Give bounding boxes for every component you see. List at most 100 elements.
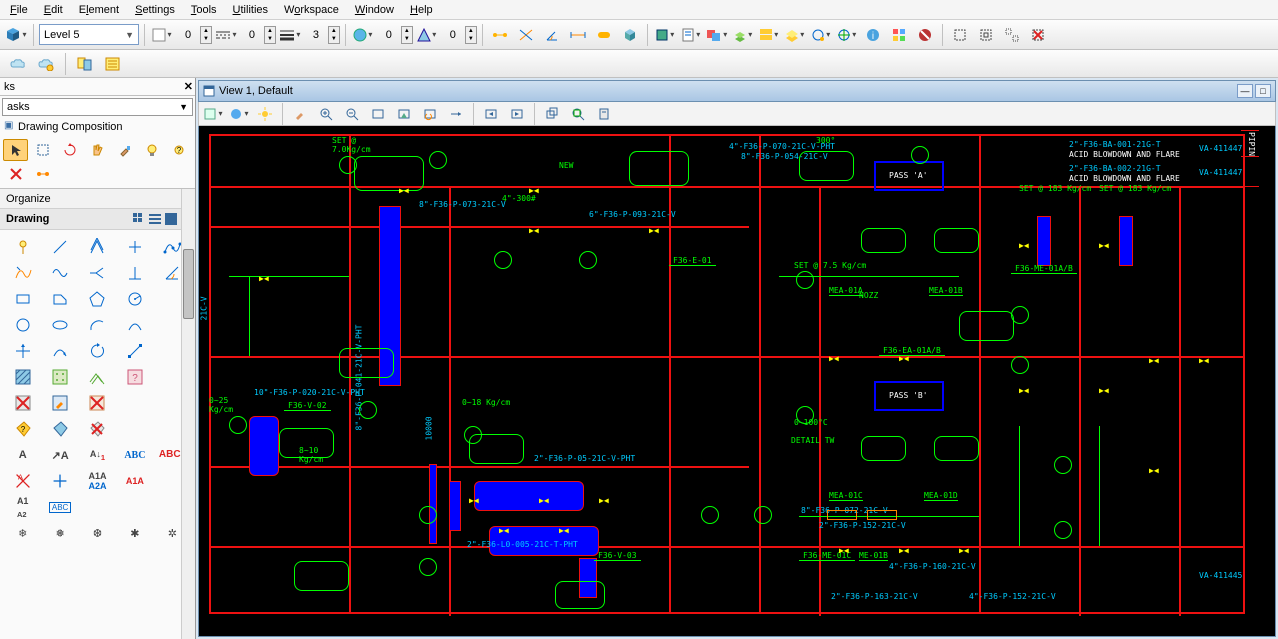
snowflake2-button[interactable]: ❅ (43, 522, 76, 544)
snowflake3-button[interactable]: ❆ (81, 522, 114, 544)
linestyle-picker-button[interactable] (214, 23, 238, 47)
adjust-brightness-button[interactable] (253, 102, 277, 126)
tree-item-drawing-composition[interactable]: Drawing Composition (0, 118, 195, 136)
rotate-view-button[interactable] (418, 102, 442, 126)
fence-shape-button[interactable] (974, 23, 998, 47)
zoom-out-button[interactable] (340, 102, 364, 126)
change-pattern-button[interactable] (43, 392, 76, 414)
text-A-arrow-button[interactable]: ↗A (43, 444, 76, 466)
scrollbar-thumb[interactable] (183, 249, 194, 319)
copy-button[interactable] (43, 340, 76, 362)
linestyle-spinner[interactable]: 0 ▲▼ (240, 24, 276, 45)
place-arc-button[interactable] (81, 314, 114, 336)
tasks-combo[interactable]: asks ▼ (2, 98, 193, 116)
menu-help[interactable]: Help (402, 2, 441, 18)
zoom-extents-button[interactable] (566, 102, 590, 126)
pattern-area-button[interactable] (43, 366, 76, 388)
maximize-button[interactable]: □ (1255, 84, 1271, 98)
view-attributes-button[interactable] (201, 102, 225, 126)
linear-pattern-button[interactable] (81, 366, 114, 388)
color-picker-button[interactable] (150, 23, 174, 47)
scale-button[interactable] (118, 340, 151, 362)
snap-chain-button[interactable] (30, 163, 55, 185)
place-sine-button[interactable] (43, 262, 76, 284)
copy-view-button[interactable] (540, 102, 564, 126)
view-rotate-button[interactable] (58, 139, 83, 161)
cloud-settings-button[interactable] (34, 52, 58, 76)
snap-midpoint-button[interactable] (592, 23, 616, 47)
spinner-buttons[interactable]: ▲▼ (200, 26, 212, 44)
help-tool-button[interactable]: ? (167, 139, 192, 161)
place-halfellipse-button[interactable] (118, 314, 151, 336)
category-organize[interactable]: Organize ⌄ (0, 189, 195, 209)
info-button[interactable] (809, 23, 833, 47)
spinner-buttons[interactable]: ▲▼ (465, 26, 477, 44)
clip-volume-button[interactable] (592, 102, 616, 126)
hatch-area-button[interactable] (6, 366, 39, 388)
sheet-list-button[interactable] (101, 52, 125, 76)
disable-button[interactable] (913, 23, 937, 47)
text-plus-button[interactable] (43, 470, 76, 492)
view-next-button[interactable] (505, 102, 529, 126)
text-A1A-button[interactable]: A1AA2A (81, 470, 114, 492)
spinner-buttons[interactable]: ▲▼ (264, 26, 276, 44)
window-area-button[interactable] (366, 102, 390, 126)
place-circle-button[interactable] (6, 314, 39, 336)
color-spinner[interactable]: 0 ▲▼ (176, 24, 212, 45)
text-cross-button[interactable]: A (6, 470, 39, 492)
layout-list-icon[interactable] (148, 212, 162, 226)
minimize-button[interactable]: — (1237, 84, 1253, 98)
text-edit-button[interactable]: A↓1 (81, 444, 114, 466)
snap-keypoint-button[interactable] (488, 23, 512, 47)
pointcloud-button[interactable] (705, 23, 729, 47)
menu-tools[interactable]: Tools (183, 2, 225, 18)
keyin-button[interactable] (835, 23, 859, 47)
menu-element[interactable]: Element (71, 2, 127, 18)
text-A1A2-button[interactable]: A1A (118, 470, 151, 492)
menu-settings[interactable]: Settings (127, 2, 183, 18)
rotate-button[interactable] (81, 340, 114, 362)
cloud-tool-button[interactable] (6, 52, 30, 76)
fence-tool-button[interactable] (30, 139, 55, 161)
spinner-buttons[interactable]: ▲▼ (328, 26, 340, 44)
menu-window[interactable]: Window (347, 2, 402, 18)
levels-button[interactable] (731, 23, 755, 47)
lineweight-picker-button[interactable] (278, 23, 302, 47)
view-previous-button[interactable] (479, 102, 503, 126)
fence-circle-button[interactable] (1000, 23, 1024, 47)
delete-pattern-button[interactable] (6, 392, 39, 414)
references-button[interactable] (653, 23, 677, 47)
pan-view-button[interactable] (444, 102, 468, 126)
menu-utilities[interactable]: Utilities (225, 2, 276, 18)
place-block-button[interactable] (6, 288, 39, 310)
match-pattern-button[interactable]: ? (118, 366, 151, 388)
place-smartline-button[interactable] (6, 236, 39, 258)
menu-workspace[interactable]: Workspace (276, 2, 347, 18)
menu-file[interactable]: FFileile (2, 2, 36, 18)
place-stream-button[interactable] (6, 262, 39, 284)
fence-rect-button[interactable] (948, 23, 972, 47)
snap-angle-button[interactable] (540, 23, 564, 47)
move-button[interactable] (6, 340, 39, 362)
text-boxed-button[interactable]: ABC (43, 496, 76, 518)
text-A1-sub-button[interactable]: A1A2 (6, 496, 39, 518)
spinner-buttons[interactable]: ▲▼ (401, 26, 413, 44)
priority-spinner[interactable]: 0 ▲▼ (441, 24, 477, 45)
cells-button[interactable] (757, 23, 781, 47)
tag-delete-button[interactable] (81, 418, 114, 440)
snap-intersection-button[interactable] (514, 23, 538, 47)
menu-edit[interactable]: Edit (36, 2, 71, 18)
place-line-button[interactable] (43, 236, 76, 258)
tag-edit-button[interactable] (43, 418, 76, 440)
place-perp-button[interactable] (118, 262, 151, 284)
hand-tool-button[interactable] (85, 139, 110, 161)
element-info-button[interactable]: i (861, 23, 885, 47)
place-shape-button[interactable] (43, 288, 76, 310)
display-style-button[interactable] (227, 102, 251, 126)
place-polygon-button[interactable] (81, 288, 114, 310)
place-point-button[interactable] (118, 236, 151, 258)
text-ABC-button[interactable]: ABC (118, 444, 151, 466)
fit-view-button[interactable] (392, 102, 416, 126)
selector-tool-button[interactable] (3, 139, 28, 161)
priority-picker-button[interactable] (415, 23, 439, 47)
